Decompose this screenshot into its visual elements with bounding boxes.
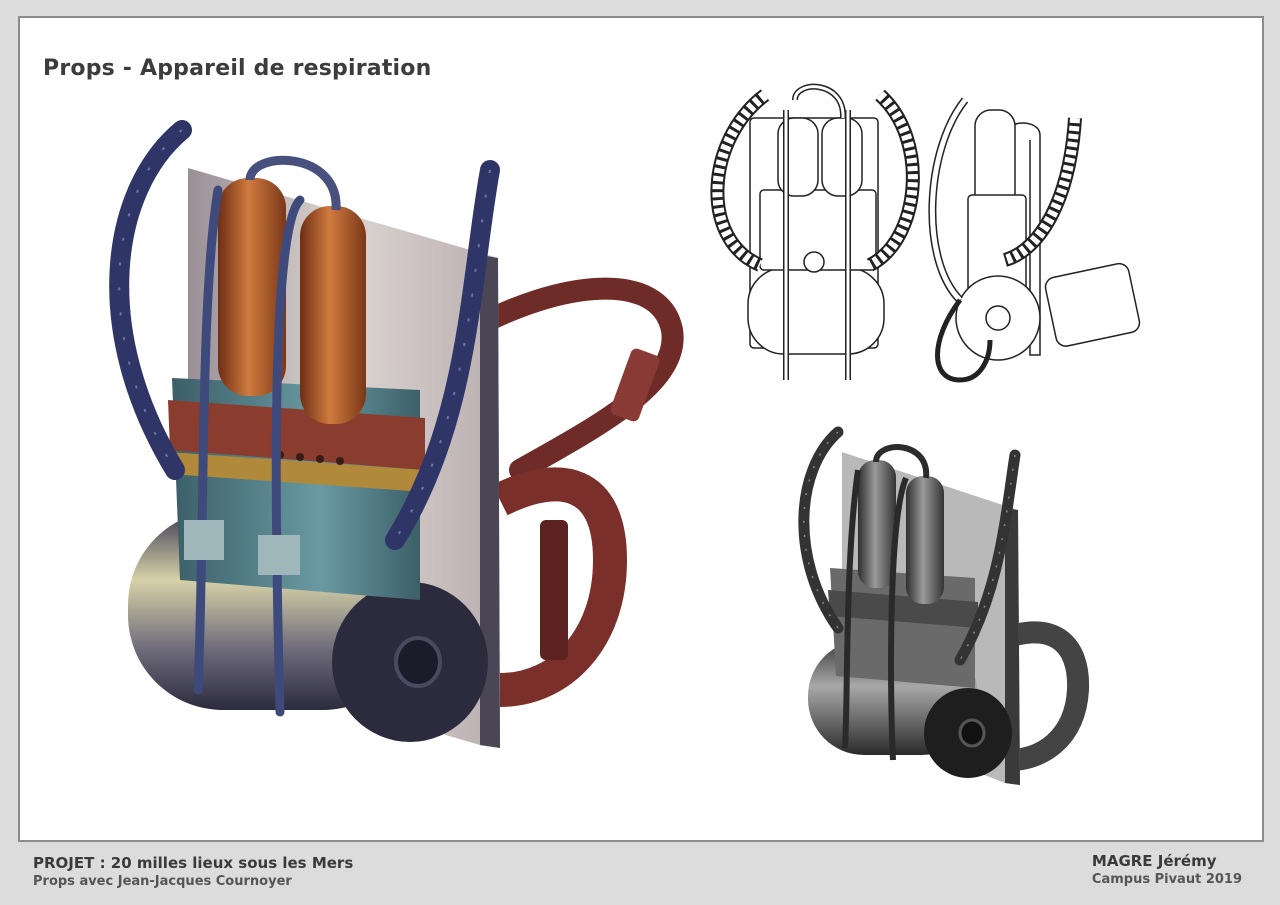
school-year: Campus Pivaut 2019	[1091, 872, 1242, 887]
footer-author-info: MAGRE Jérémy Campus Pivaut 2019	[1092, 852, 1242, 888]
line-art-side	[928, 97, 1141, 383]
project-title: PROJET : 20 milles lieux sous les Mers	[33, 854, 354, 872]
color-render	[109, 120, 684, 748]
greyscale-render	[798, 426, 1090, 785]
footer-project-info: PROJET : 20 milles lieux sous les Mers P…	[33, 854, 353, 890]
illustrations	[109, 83, 1141, 785]
author-name: MAGRE Jérémy	[1091, 852, 1217, 870]
line-art-front	[710, 83, 920, 380]
project-credit: Props avec Jean-Jacques Cournoyer	[33, 874, 292, 889]
